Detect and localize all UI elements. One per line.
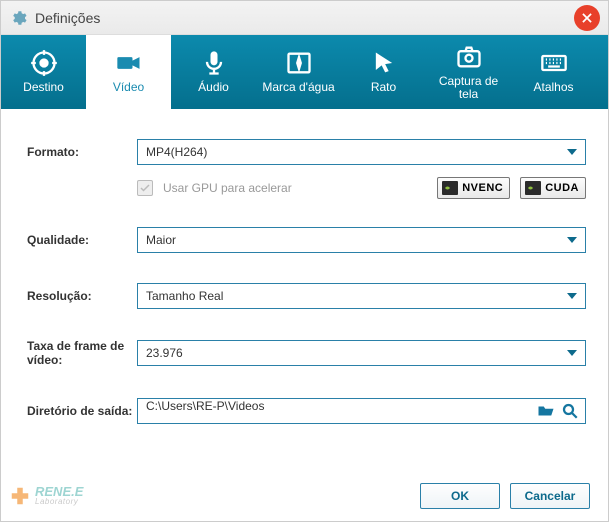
select-value: MP4(H264): [146, 145, 207, 159]
input-value: C:\Users\RE-P\Videos: [146, 399, 264, 413]
tab-label: Destino: [23, 81, 64, 94]
tab-label: Atalhos: [533, 81, 573, 94]
nvidia-eye-icon: [442, 181, 458, 195]
row-qualidade: Qualidade: Maior: [27, 227, 586, 253]
chevron-down-icon: [567, 237, 577, 243]
badge-cuda: CUDA: [520, 177, 586, 199]
tab-label: Áudio: [198, 81, 229, 94]
tab-rato[interactable]: Rato: [341, 35, 426, 109]
chevron-down-icon: [567, 149, 577, 155]
target-icon: [30, 49, 58, 77]
titlebar: Definições: [1, 1, 608, 35]
select-taxa[interactable]: 23.976: [137, 340, 586, 366]
row-formato: Formato: MP4(H264): [27, 139, 586, 165]
settings-panel: Formato: MP4(H264) Usar GPU para acelera…: [1, 109, 608, 475]
watermark-icon: [285, 49, 313, 77]
tab-label: Rato: [371, 81, 396, 94]
tab-atalhos[interactable]: Atalhos: [511, 35, 596, 109]
select-value: Tamanho Real: [146, 289, 223, 303]
gear-icon: [9, 9, 27, 27]
brand-logo: RENE.E Laboratory: [9, 485, 83, 507]
chevron-down-icon: [567, 293, 577, 299]
tab-marca[interactable]: Marca d'água: [256, 35, 341, 109]
tabstrip: Destino Vídeo Áudio Marca d'água Rato Ca…: [1, 35, 608, 109]
label-gpu: Usar GPU para acelerar: [163, 181, 292, 195]
microphone-icon: [200, 49, 228, 77]
tab-label: Captura de tela: [428, 75, 509, 101]
video-icon: [115, 49, 143, 77]
row-gpu: Usar GPU para acelerar NVENC CUDA: [137, 177, 586, 199]
tab-video[interactable]: Vídeo: [86, 35, 171, 109]
label-formato: Formato:: [27, 145, 137, 159]
select-qualidade[interactable]: Maior: [137, 227, 586, 253]
folder-open-icon[interactable]: [537, 402, 555, 420]
chevron-down-icon: [567, 350, 577, 356]
label-resolucao: Resolução:: [27, 289, 137, 303]
tab-destino[interactable]: Destino: [1, 35, 86, 109]
checkbox-gpu[interactable]: [137, 180, 153, 196]
search-icon[interactable]: [561, 402, 579, 420]
label-qualidade: Qualidade:: [27, 233, 137, 247]
brand-name: RENE.E: [35, 486, 83, 498]
select-value: Maior: [146, 233, 176, 247]
nvidia-eye-icon: [525, 181, 541, 195]
brand-sub: Laboratory: [35, 497, 83, 506]
tab-label: Vídeo: [113, 81, 144, 94]
select-formato[interactable]: MP4(H264): [137, 139, 586, 165]
tab-label: Marca d'água: [262, 81, 334, 94]
select-value: 23.976: [146, 346, 183, 360]
footer: RENE.E Laboratory OK Cancelar: [1, 473, 608, 521]
cancel-button[interactable]: Cancelar: [510, 483, 590, 509]
cursor-icon: [370, 49, 398, 77]
row-diretorio: Diretório de saída: C:\Users\RE-P\Videos: [27, 398, 586, 424]
medical-cross-icon: [9, 485, 31, 507]
row-resolucao: Resolução: Tamanho Real: [27, 283, 586, 309]
window-title: Definições: [35, 10, 100, 26]
label-taxa: Taxa de frame de vídeo:: [27, 339, 137, 368]
label-diretorio: Diretório de saída:: [27, 404, 137, 418]
ok-button[interactable]: OK: [420, 483, 500, 509]
tab-audio[interactable]: Áudio: [171, 35, 256, 109]
select-resolucao[interactable]: Tamanho Real: [137, 283, 586, 309]
input-diretorio[interactable]: C:\Users\RE-P\Videos: [137, 398, 586, 424]
badge-text: NVENC: [462, 182, 503, 194]
keyboard-icon: [540, 49, 568, 77]
tab-captura[interactable]: Captura de tela: [426, 35, 511, 109]
row-taxa: Taxa de frame de vídeo: 23.976: [27, 339, 586, 368]
camera-icon: [455, 43, 483, 71]
badge-text: CUDA: [545, 182, 579, 194]
badge-nvenc: NVENC: [437, 177, 510, 199]
close-button[interactable]: [574, 5, 600, 31]
